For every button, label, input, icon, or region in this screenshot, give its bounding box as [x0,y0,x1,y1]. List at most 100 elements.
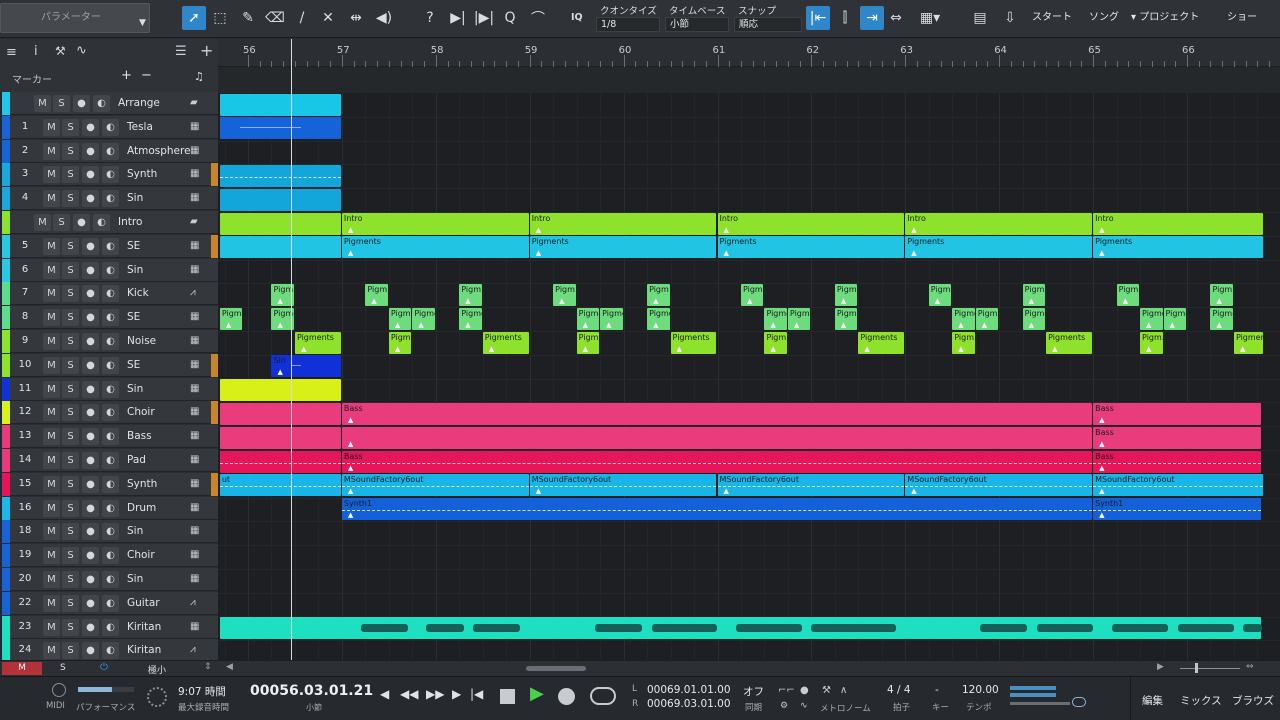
track-name[interactable]: Sin [127,192,143,204]
quantize-select[interactable]: 1/8 [596,17,660,32]
parameter-field[interactable]: パラメーター ▼ [0,3,150,33]
mute-button[interactable]: M [43,285,60,303]
event-clip[interactable] [219,236,341,259]
event-clip[interactable]: Pigments ▲ [670,331,717,354]
solo-button[interactable]: S [62,166,79,184]
track-name[interactable]: Sin [127,264,143,276]
event-clip[interactable]: ut [219,474,341,497]
solo-button[interactable]: S [62,142,79,160]
record-arm-button[interactable]: ● [82,237,99,255]
monitor-button[interactable]: ◐ [102,547,119,565]
track-row[interactable]: M S ● ◐ Arrange ▰ [0,92,218,115]
record-icon[interactable] [558,688,575,705]
add-marker-icon[interactable]: + [121,68,132,83]
track-row[interactable]: 6 M S ● ◐ Sin ▦ [0,258,218,282]
record-arm-button[interactable]: ● [82,118,99,136]
zoom-slider[interactable] [1180,668,1240,669]
track-row[interactable]: 13 M S ● ◐ Bass ▦ [0,425,218,449]
event-clip[interactable]: Pigme ▲ [952,307,975,330]
start-button[interactable]: スタート [1032,8,1072,23]
event-clip[interactable]: Intro ▲ [905,212,1093,235]
record-mode-icon[interactable]: ● [800,685,809,696]
gear-icon[interactable]: ⚙ [780,701,788,711]
wave-icon[interactable]: ∿ [800,701,808,711]
event-clip[interactable]: MSoundFactory6out ▲ [717,474,905,497]
solo-button[interactable]: S [62,309,79,327]
event-clip[interactable]: Intro ▲ [1093,212,1263,235]
track-name[interactable]: Kick [127,287,149,299]
project-button[interactable]: ▾ プロジェクト [1131,8,1199,23]
monitor-button[interactable]: ◐ [93,214,110,231]
horizontal-scrollbar[interactable] [526,666,586,671]
monitor-button[interactable]: ◐ [102,523,119,541]
time-signature-value[interactable]: 4 / 4 [887,684,911,696]
track-row[interactable]: 19 M S ● ◐ Choir ▦ [0,544,218,568]
track-name[interactable]: Kiritan [127,621,161,633]
track-row[interactable]: 2 M S ● ◐ Atmosphere ▦ [0,139,218,163]
solo-button[interactable]: S [62,356,79,374]
track-row[interactable]: 22 M S ● ◐ Guitar ⩘ [0,591,218,615]
mute-button[interactable]: M [43,594,60,612]
solo-button[interactable]: S [53,214,70,231]
event-clip[interactable]: MSoundFactory6out ▲ [529,474,717,497]
menu-icon[interactable]: ≡ [6,45,17,60]
track-name[interactable]: Choir [127,549,155,561]
monitor-button[interactable]: ◐ [93,95,110,112]
record-arm-button[interactable]: ● [82,618,99,636]
record-arm-button[interactable]: ● [82,142,99,160]
monitor-button[interactable]: ◐ [102,428,119,446]
forward-icon[interactable]: ▶▶ [426,687,444,701]
mute-button[interactable]: M [34,214,51,231]
record-arm-button[interactable]: ● [82,309,99,327]
key-value[interactable]: - [935,684,939,696]
event-clip[interactable]: Sin ▲ [271,355,341,378]
track-name[interactable]: Arrange [118,97,160,109]
mute-button[interactable]: M [43,237,60,255]
list-icon[interactable]: ☰ [175,44,187,59]
record-arm-button[interactable]: ● [82,285,99,303]
event-clip[interactable]: Pigm ▲ [553,283,576,306]
snap-left-icon[interactable]: |⇤ [806,6,830,30]
record-arm-button[interactable]: ● [73,95,90,112]
output-icon[interactable] [1072,697,1086,707]
solo-button[interactable]: S [62,618,79,636]
event-clip[interactable]: Pigm ▲ [647,283,670,306]
track-name[interactable]: Sin [127,383,143,395]
browse-button[interactable]: ブラウズ [1232,693,1274,708]
track-row[interactable]: 18 M S ● ◐ Sin ▦ [0,520,218,544]
event-clip[interactable]: Pigm ▲ [1022,283,1046,306]
event-clip[interactable]: Pigme ▲ [219,307,243,330]
track-row[interactable]: 9 M S ● ◐ Noise ▦ [0,330,218,353]
record-arm-button[interactable]: ● [82,499,99,517]
track-name[interactable]: Intro [118,216,142,228]
event-clip[interactable]: Pigm ▲ [1210,283,1233,306]
monitor-button[interactable]: ◐ [102,285,119,303]
event-clip[interactable]: Pigm ▲ [740,283,764,306]
event-clip[interactable]: Pigm ▲ [928,283,952,306]
mute-button[interactable]: M [43,261,60,279]
track-name[interactable]: SE [127,359,140,371]
event-clip[interactable]: Pigments ▲ [482,331,529,354]
event-clip[interactable]: Pigme ▲ [787,307,811,330]
event-clip[interactable] [219,379,341,402]
split-tool-icon[interactable]: ⇹ [344,6,368,30]
info-icon[interactable]: i [34,44,38,59]
sync-value[interactable]: オフ [743,684,764,699]
track-row[interactable]: 4 M S ● ◐ Sin ▦ [0,187,218,211]
timestretch-icon[interactable]: |▶| [472,6,496,30]
iq-label[interactable]: IQ [571,12,583,23]
record-arm-button[interactable]: ● [82,547,99,565]
groove-icon[interactable]: ⌒ [526,6,550,30]
event-clip[interactable]: Pigm… ▲ [1140,331,1163,354]
track-name[interactable]: Choir [127,406,155,418]
event-clip[interactable]: Pigme ▲ [1163,307,1186,330]
mute-button[interactable]: M [43,452,60,469]
solo-button[interactable]: S [62,237,79,255]
event-clip[interactable]: Pigments ▲ [717,236,905,259]
snap-grid-icon[interactable]: ⫿ [833,6,857,30]
event-clip[interactable]: Pigme ▲ [1022,307,1046,330]
solo-button[interactable]: S [62,571,79,588]
mute-button[interactable]: M [43,547,60,565]
event-clip[interactable]: Pigm ▲ [1116,283,1140,306]
solo-button[interactable]: S [62,475,79,493]
